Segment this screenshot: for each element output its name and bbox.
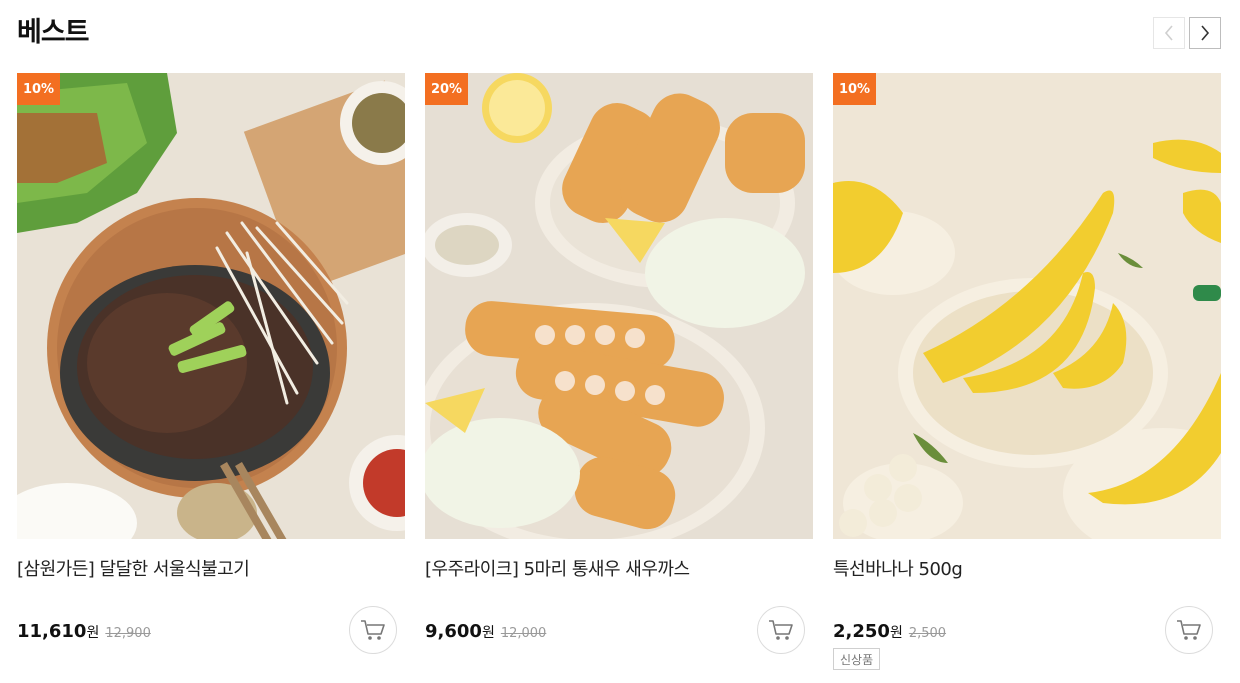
original-price: 12,000 xyxy=(500,626,547,641)
product-name[interactable]: [우주라이크] 5마리 통새우 새우까스 xyxy=(425,555,690,581)
original-price: 12,900 xyxy=(105,626,151,641)
carousel-next-button[interactable] xyxy=(1189,17,1221,49)
product-image[interactable]: 10% xyxy=(17,73,405,539)
bulgogi-photo xyxy=(17,73,405,539)
cart-icon xyxy=(769,620,793,640)
sale-price: 11,610 xyxy=(17,621,87,642)
add-to-cart-button[interactable] xyxy=(757,606,805,654)
carousel-prev-button[interactable] xyxy=(1153,17,1185,49)
discount-badge: 10% xyxy=(17,73,60,105)
section-title: 베스트 xyxy=(17,17,90,48)
product-card[interactable]: 10% 특선바나나 500g 2,250 원 2,500 신상품 xyxy=(833,73,1221,670)
chevron-right-icon xyxy=(1201,25,1210,41)
shrimp-cutlet-photo xyxy=(425,73,813,539)
currency-unit: 원 xyxy=(889,625,903,641)
product-image[interactable]: 20% xyxy=(425,73,813,539)
discount-badge: 10% xyxy=(833,73,876,105)
original-price: 2,500 xyxy=(908,626,947,641)
product-card[interactable]: 10% [삼원가든] 달달한 서울식불고기 11,610 원 12,900 xyxy=(17,73,405,654)
sale-price: 9,600 xyxy=(425,621,482,642)
banana-photo xyxy=(833,73,1221,539)
price-row: 2,250 원 2,500 xyxy=(833,621,946,642)
add-to-cart-button[interactable] xyxy=(349,606,397,654)
product-card[interactable]: 20% [우주라이크] 5마리 통새우 새우까스 9,600 원 12,000 xyxy=(425,73,813,654)
currency-unit: 원 xyxy=(86,625,100,641)
cart-icon xyxy=(361,620,385,640)
discount-badge: 20% xyxy=(425,73,468,105)
product-image[interactable]: 10% xyxy=(833,73,1221,539)
price-row: 11,610 원 12,900 xyxy=(17,621,151,642)
product-name[interactable]: 특선바나나 500g xyxy=(833,555,963,581)
product-name[interactable]: [삼원가든] 달달한 서울식불고기 xyxy=(17,555,250,581)
add-to-cart-button[interactable] xyxy=(1165,606,1213,654)
cart-icon xyxy=(1177,620,1201,640)
new-product-tag: 신상품 xyxy=(833,648,881,670)
currency-unit: 원 xyxy=(481,625,495,641)
sale-price: 2,250 xyxy=(833,621,890,642)
chevron-left-icon xyxy=(1164,25,1173,41)
price-row: 9,600 원 12,000 xyxy=(425,621,546,642)
